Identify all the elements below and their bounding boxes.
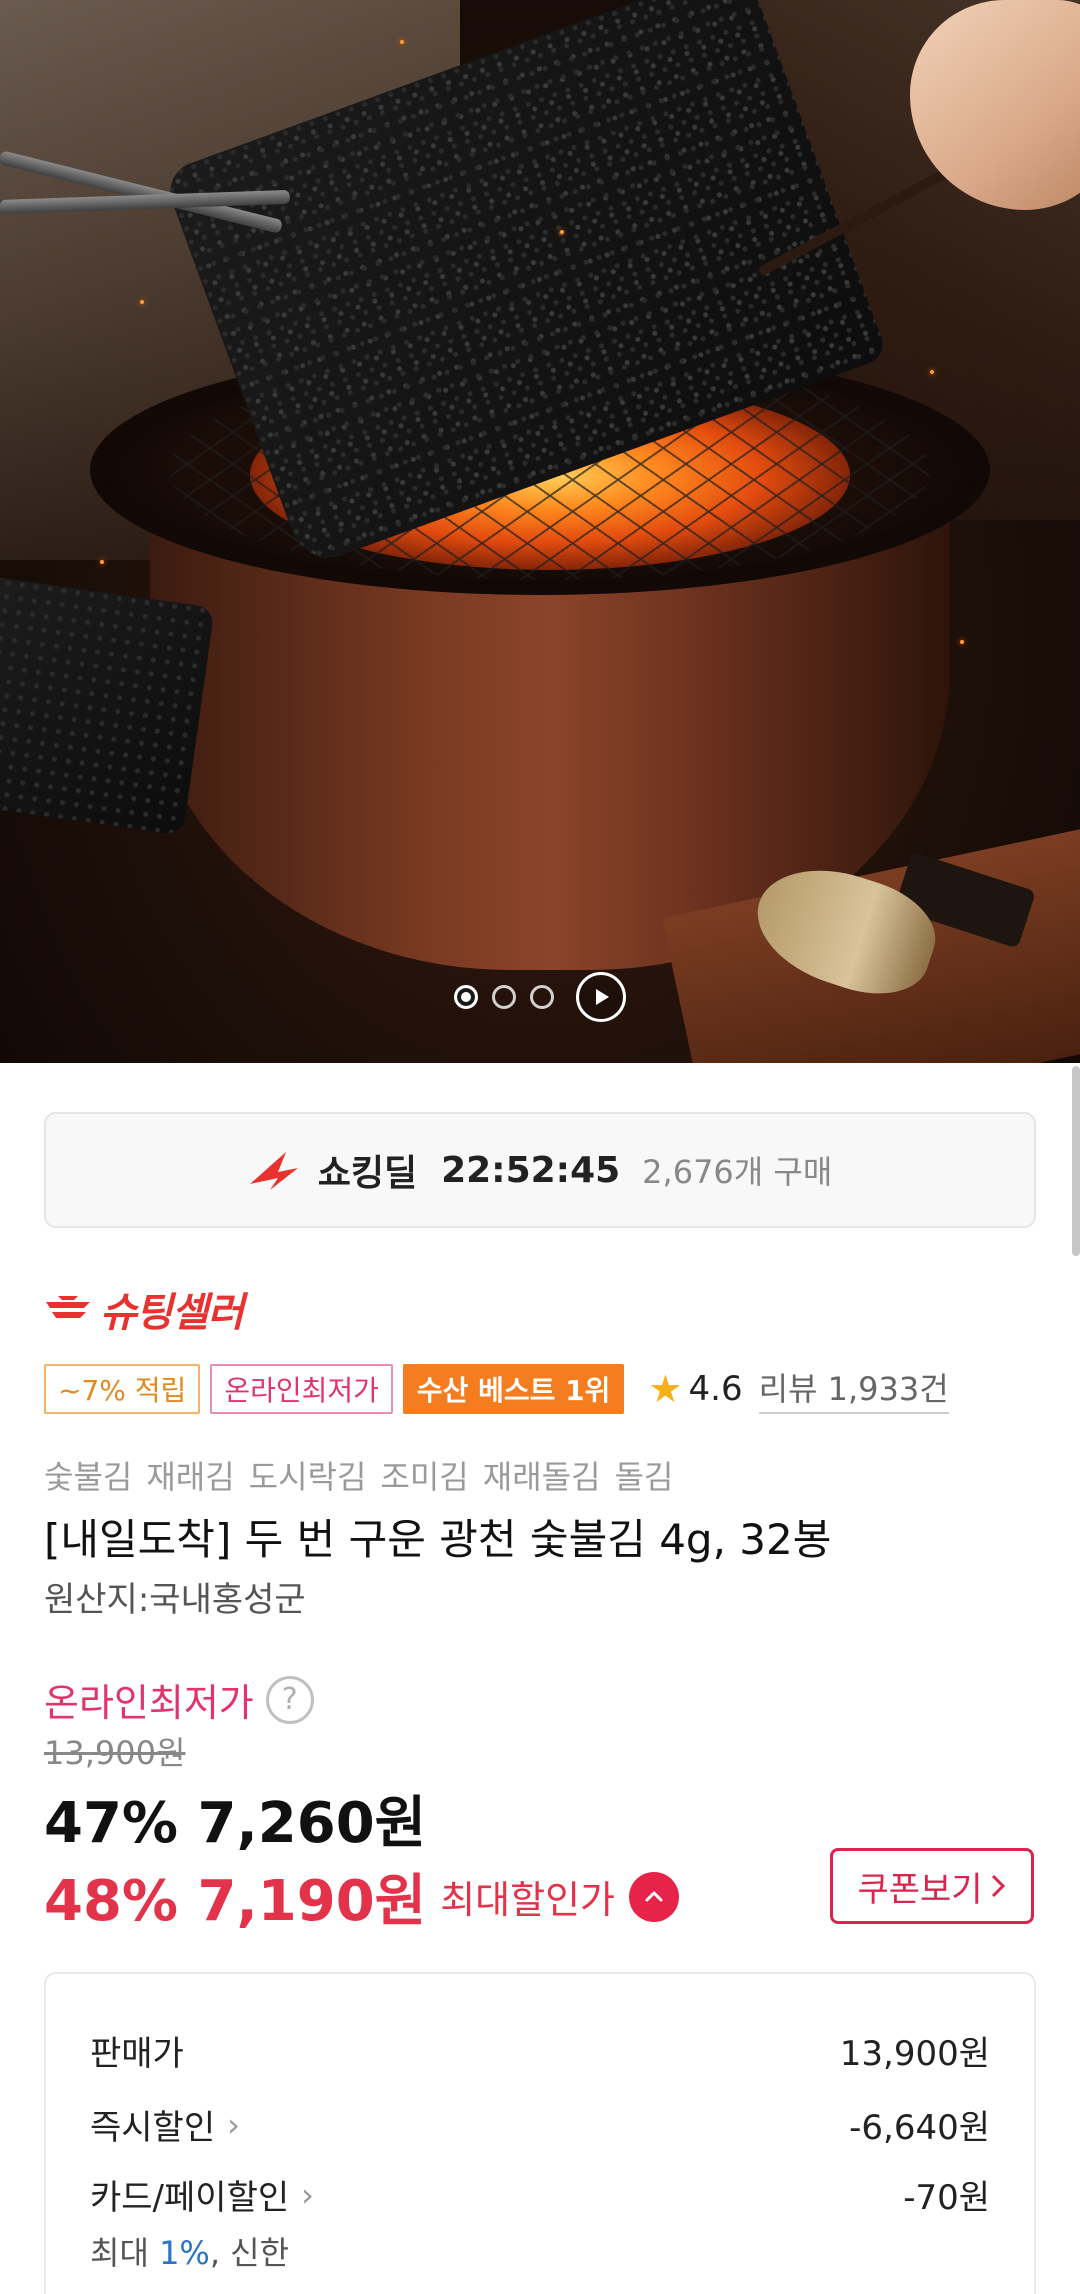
keyword-tag[interactable]: 돌김 bbox=[615, 1452, 674, 1498]
keyword-tag[interactable]: 조미김 bbox=[380, 1452, 468, 1498]
coupon-button-label: 쿠폰보기 bbox=[857, 1869, 983, 1910]
spark bbox=[960, 640, 964, 644]
breakdown-row-card-discount[interactable]: 카드/페이할인 › -70원 bbox=[90, 2170, 990, 2219]
keyword-tag[interactable]: 도시락김 bbox=[249, 1452, 367, 1498]
breakdown-label: 카드/페이할인 bbox=[90, 2178, 290, 2218]
spark bbox=[140, 300, 144, 304]
lowest-price-label: 온라인최저가 bbox=[44, 1681, 254, 1725]
price-breakdown: 판매가 13,900원 즉시할인 › -6,640원 카드/페이할인 › -70원 … bbox=[44, 1972, 1036, 2294]
max-discount-price: 48% 7,190원 bbox=[44, 1869, 427, 1934]
star-icon: ★ bbox=[648, 1367, 683, 1411]
review-count: 1,933건 bbox=[827, 1370, 949, 1408]
seller-brand[interactable]: 슈팅셀러 bbox=[44, 1280, 244, 1338]
coupon-button[interactable]: 쿠폰보기 bbox=[830, 1848, 1034, 1924]
wings-icon bbox=[46, 1296, 90, 1318]
card-sub-percent: 1% bbox=[159, 2234, 210, 2272]
max-discount-row: 48% 7,190원 최대할인가 bbox=[44, 1856, 680, 1937]
help-icon[interactable]: ? bbox=[265, 1675, 314, 1724]
spark bbox=[400, 40, 404, 44]
keyword-tag[interactable]: 재래김 bbox=[146, 1452, 234, 1498]
laver-stack bbox=[0, 574, 215, 836]
badge-row: ~7% 적립 온라인최저가 수산 베스트 1위 ★ 4.6 리뷰 1,933건 bbox=[44, 1364, 949, 1414]
lowest-price-label-row: 온라인최저가 ? bbox=[44, 1672, 314, 1727]
keyword-tags: 숯불김 재래김 도시락김 조미김 재래돌김 돌김 bbox=[44, 1452, 673, 1498]
card-discount-detail: 최대 1%, 신한 bbox=[90, 2228, 289, 2274]
spark bbox=[560, 230, 564, 234]
breakdown-row-instant-discount[interactable]: 즉시할인 › -6,640원 bbox=[90, 2100, 990, 2149]
product-title: [내일도착] 두 번 구운 광천 숯불김 4g, 32봉 bbox=[44, 1515, 832, 1564]
breakdown-row-sale-price: 판매가 13,900원 bbox=[90, 2026, 990, 2075]
chevron-up-icon[interactable] bbox=[629, 1871, 680, 1922]
chevron-right-icon: › bbox=[227, 2105, 240, 2144]
deal-name: 쇼킹딜 bbox=[317, 1153, 418, 1194]
discount-price: 47% 7,260원 bbox=[44, 1791, 427, 1856]
lowest-price-badge: 온라인최저가 bbox=[210, 1364, 393, 1414]
carousel-dot-3[interactable] bbox=[530, 985, 554, 1009]
shocking-deal-banner[interactable]: 쇼킹딜 22:52:45 2,676개 구매 bbox=[44, 1112, 1036, 1228]
carousel-indicator bbox=[0, 972, 1080, 1022]
lightning-deal-icon bbox=[249, 1152, 298, 1190]
max-discount-label: 최대할인가 bbox=[440, 1878, 616, 1922]
page-scrollbar[interactable] bbox=[1072, 1066, 1080, 1256]
product-hero-image[interactable] bbox=[0, 0, 1080, 1063]
carousel-dot-1[interactable] bbox=[454, 985, 478, 1009]
original-price: 13,900원 bbox=[44, 1734, 186, 1772]
breakdown-value: -70원 bbox=[903, 2178, 990, 2218]
spark bbox=[100, 560, 104, 564]
product-origin: 원산지:국내홍성군 bbox=[44, 1580, 306, 1620]
review-link[interactable]: 리뷰 1,933건 bbox=[758, 1364, 949, 1414]
rating[interactable]: ★ 4.6 리뷰 1,933건 bbox=[648, 1364, 949, 1414]
deal-timer: 22:52:45 bbox=[441, 1149, 621, 1191]
rating-score: 4.6 bbox=[688, 1369, 743, 1409]
seller-name: 슈팅셀러 bbox=[100, 1290, 244, 1336]
card-sub-suffix: , 신한 bbox=[209, 2234, 290, 2272]
keyword-tag[interactable]: 재래돌김 bbox=[483, 1452, 601, 1498]
breakdown-label: 판매가 bbox=[90, 2034, 184, 2074]
breakdown-label: 즉시할인 bbox=[90, 2108, 216, 2148]
purchase-count: 2,676개 구매 bbox=[642, 1153, 833, 1191]
best-seller-badge: 수산 베스트 1위 bbox=[402, 1364, 625, 1414]
spark bbox=[930, 370, 934, 374]
cashback-badge: ~7% 적립 bbox=[44, 1364, 201, 1414]
chevron-right-icon bbox=[991, 1874, 1005, 1898]
keyword-tag[interactable]: 숯불김 bbox=[44, 1452, 132, 1498]
chevron-right-icon: › bbox=[301, 2175, 314, 2214]
breakdown-value: 13,900원 bbox=[839, 2034, 990, 2074]
card-sub-prefix: 최대 bbox=[90, 2234, 160, 2272]
carousel-dot-2[interactable] bbox=[492, 985, 516, 1009]
breakdown-value: -6,640원 bbox=[849, 2108, 990, 2148]
review-label: 리뷰 bbox=[758, 1370, 818, 1408]
play-icon[interactable] bbox=[576, 972, 626, 1022]
